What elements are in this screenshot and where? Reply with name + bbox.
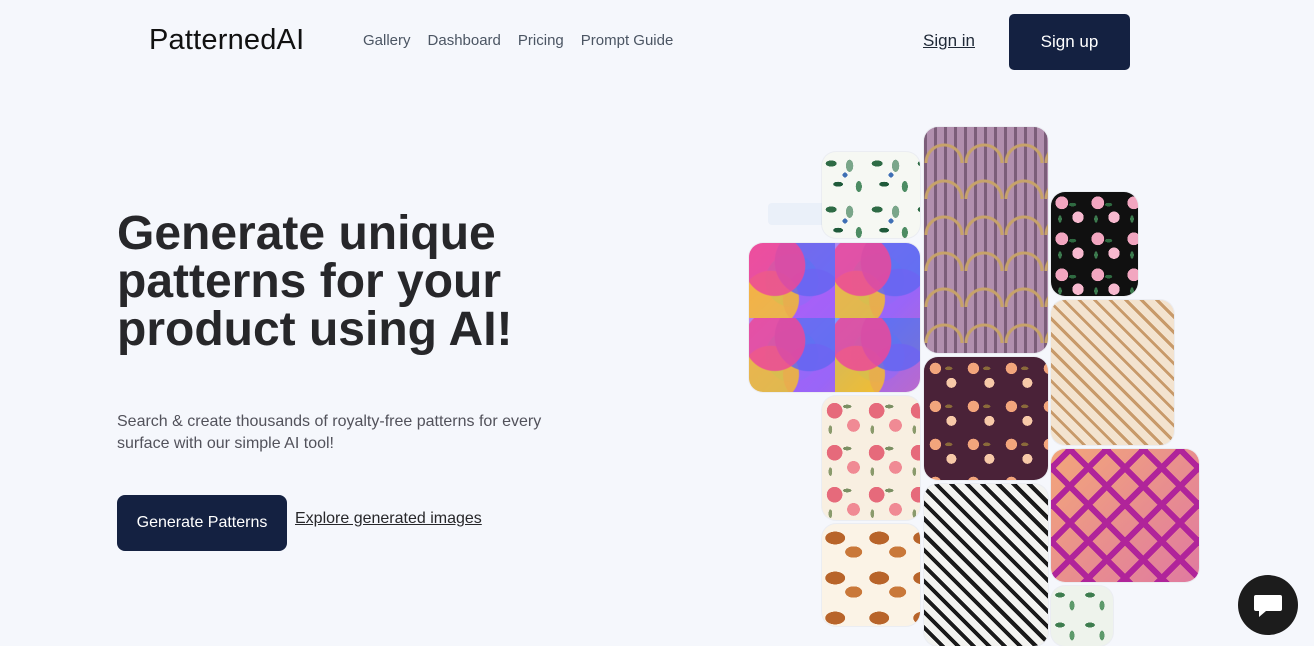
leaves-pattern-tile[interactable] (822, 152, 920, 238)
pastries-pattern-tile[interactable] (822, 524, 920, 626)
art-deco-fan-tile[interactable] (924, 127, 1048, 353)
chat-button[interactable] (1238, 575, 1298, 635)
logo[interactable]: PatternedAI (149, 24, 304, 57)
faded-search-chip (768, 203, 828, 225)
peach-floral-plum-tile[interactable] (924, 357, 1048, 480)
nav-gallery[interactable]: Gallery (363, 32, 411, 49)
sign-in-link[interactable]: Sign in (923, 31, 975, 51)
nav-dashboard[interactable]: Dashboard (428, 32, 501, 49)
magenta-lattice-tile[interactable] (1051, 449, 1199, 582)
chat-bubble-icon (1254, 595, 1282, 617)
sign-up-button[interactable]: Sign up (1009, 14, 1130, 70)
hero-subtitle: Search & create thousands of royalty-fre… (117, 413, 542, 452)
main-nav: Gallery Dashboard Pricing Prompt Guide (363, 32, 673, 49)
black-white-diamond-tile[interactable] (924, 484, 1048, 646)
green-leaves-tile[interactable] (1051, 586, 1113, 646)
roses-cream-tile[interactable] (822, 396, 920, 520)
tan-diamond-geometric-tile[interactable] (1051, 300, 1174, 445)
hero-title: Generate unique patterns for your produc… (117, 207, 513, 356)
site-header: PatternedAI Gallery Dashboard Pricing Pr… (0, 0, 1314, 84)
colorful-circles-tile[interactable] (749, 243, 920, 392)
explore-images-link[interactable]: Explore generated images (295, 510, 482, 528)
nav-prompt-guide[interactable]: Prompt Guide (581, 32, 674, 49)
generate-patterns-button[interactable]: Generate Patterns (117, 495, 287, 551)
nav-pricing[interactable]: Pricing (518, 32, 564, 49)
pink-roses-black-tile[interactable] (1051, 192, 1138, 296)
